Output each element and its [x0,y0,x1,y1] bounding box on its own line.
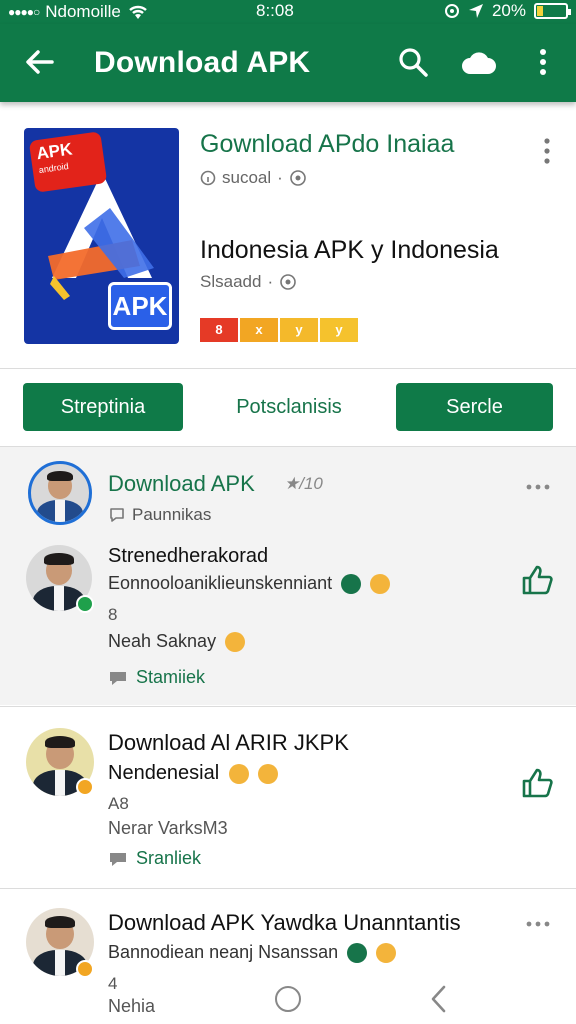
divider [0,368,576,369]
action-button-left[interactable]: Streptinia [23,383,183,431]
chat-bubble-icon [110,852,126,866]
apk-badge: APK android [28,131,108,193]
app-meta-developer: sucoal · [200,168,307,188]
divider [0,888,576,889]
review-date: Nerar VarksM3 [108,818,228,838]
wifi-icon [129,5,147,19]
review-date: Neah Saknay [108,631,246,653]
rating-chip: 8 [200,318,238,342]
rating-chips: 8 x y y [200,318,358,342]
more-horiz-icon[interactable] [525,920,551,928]
nav-back-icon[interactable] [428,984,450,1014]
thumbs-up-icon[interactable] [520,563,554,597]
status-bar: ●●●●○ Ndomoille 8::08 20% [0,0,576,24]
review-header-sub: Paunnikas [108,505,211,525]
emoji-icon [370,574,391,595]
app-meta-size: Slsaadd · [200,272,297,292]
review-count: A8 [108,794,129,813]
rating-chip: x [240,318,278,342]
app-icon[interactable]: APK android APK [24,128,179,344]
app-subtitle: Indonesia APK y Indonesia [200,236,499,264]
more-vert-icon[interactable] [538,136,556,168]
review-header-title[interactable]: Download APK [108,471,255,497]
reply-button[interactable]: Sranliek [108,848,201,869]
review-card: Download Al ARIR JKPK Nendenesial A8 Ner… [0,708,576,888]
chat-bubble-icon [110,671,126,685]
emoji-icon [228,763,249,784]
apk-label: APK [108,282,172,330]
review-count: 8 [108,605,118,624]
app-name[interactable]: Gownload APdo Inaiaa [200,130,454,159]
rating-chip: y [320,318,358,342]
app-bar: Download APK [0,24,576,102]
more-vert-icon[interactable] [530,44,556,80]
emoji-icon [225,632,246,653]
review-header-rating: ★/10 [284,474,323,493]
search-icon[interactable] [395,44,431,80]
avatar[interactable] [28,461,92,525]
review-card: Download APK ★/10 Paunnikas Strenedherak… [0,447,576,705]
emoji-icon [376,943,397,964]
alarm-icon [444,4,459,18]
battery-percent: 20% [491,1,526,20]
action-button-middle[interactable]: Potsclanisis [204,383,374,431]
review-text: Bannodiean neanj Nsanssan [108,942,397,964]
rating-chip: y [280,318,318,342]
globe-icon [290,170,306,186]
battery-icon [534,3,571,19]
signal-strength-icon: ●●●●○ [8,5,40,19]
reviewer-name[interactable]: Download Al ARIR JKPK [108,730,349,756]
carrier-name: Ndomoille [45,2,121,21]
reviewer-name[interactable]: Strenedherakorad [108,545,268,568]
emoji-icon [347,943,368,964]
divider [0,706,576,707]
emoji-icon [258,763,279,784]
emoji-icon [341,574,362,595]
arrow-left-icon[interactable] [22,44,58,80]
system-nav-bar [0,970,576,1024]
clock: 8::08 [256,1,294,20]
info-icon [200,170,216,186]
location-icon [468,4,483,18]
thumbs-up-icon[interactable] [520,766,554,800]
cloud-icon[interactable] [460,46,498,80]
more-horiz-icon[interactable] [525,483,551,491]
reply-button[interactable]: Stamiiek [108,667,205,688]
review-text: Eonnooloaniklieunskenniant [108,573,391,595]
status-badge [76,778,94,796]
chat-bubble-icon [110,508,124,522]
globe-icon [280,274,296,290]
home-circle-icon[interactable] [275,986,301,1012]
review-text: Nendenesial [108,762,279,785]
reviewer-name[interactable]: Download APK Yawdka Unanntantis [108,910,461,936]
action-button-right[interactable]: Sercle [396,383,553,431]
page-title: Download APK [94,46,311,79]
online-badge [76,595,94,613]
